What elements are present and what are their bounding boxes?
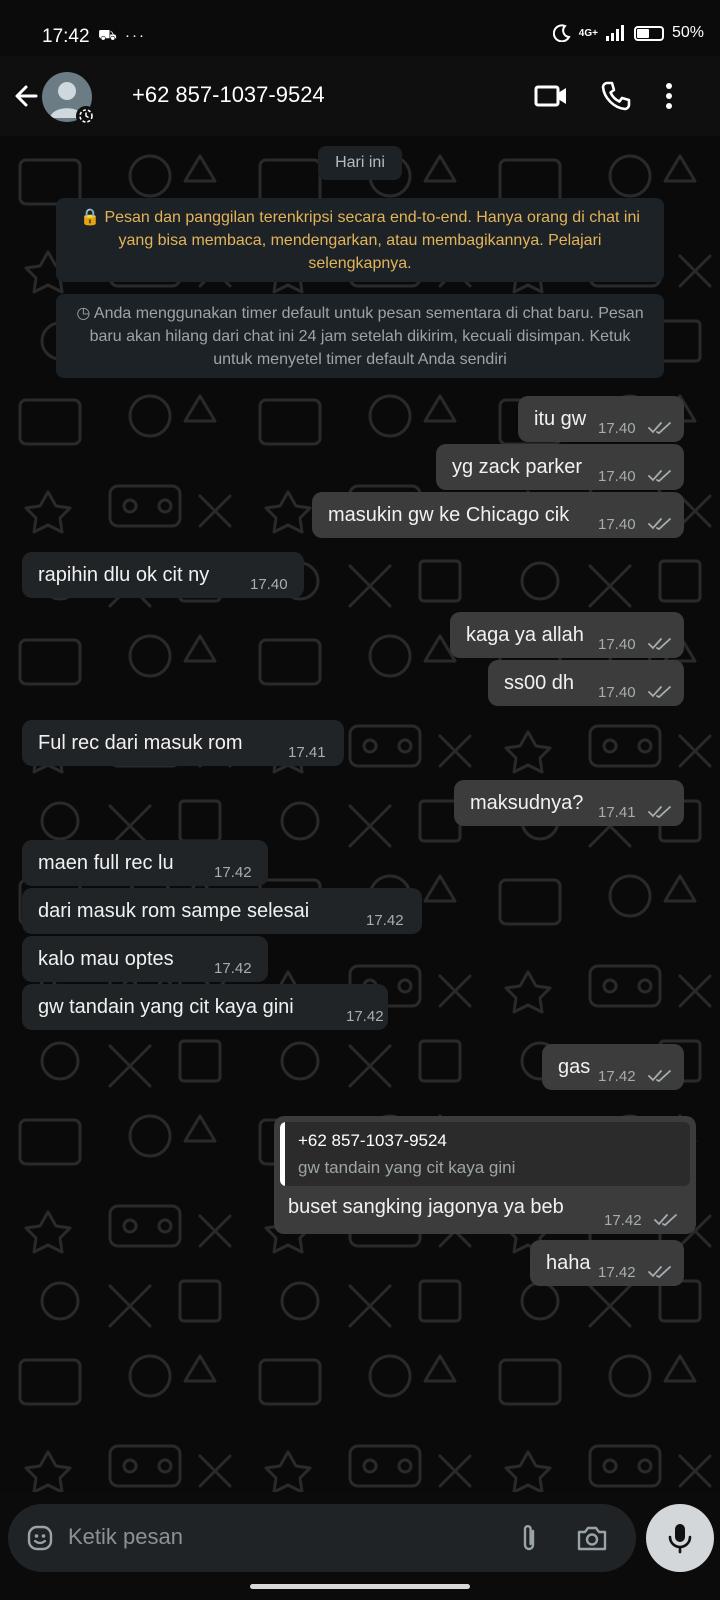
voice-call-button[interactable]: [596, 76, 636, 116]
message-time: 17.40: [598, 468, 636, 485]
message-text: gas: [558, 1056, 591, 1078]
overflow-menu-button[interactable]: [654, 76, 684, 116]
message-text: ss00 dh: [504, 672, 575, 694]
message-time: 17.41: [598, 804, 636, 821]
video-call-button[interactable]: [532, 76, 572, 116]
double-check-icon: [648, 638, 671, 651]
message-time: 17.42: [598, 1264, 636, 1281]
message-time: 17.40: [598, 636, 636, 653]
outgoing-message[interactable]: maksudnya? 17.41: [454, 780, 684, 826]
status-notification-icons: ⛟ ···: [98, 27, 147, 44]
network-label: 4G+: [578, 27, 598, 39]
disappearing-timer-notice[interactable]: ◷ Anda menggunakan timer default untuk p…: [56, 294, 664, 378]
phone-icon: [601, 81, 631, 111]
chat-area[interactable]: Hari ini 🔒 Pesan dan panggilan terenkrip…: [0, 136, 720, 1492]
status-time: 17:42: [42, 26, 90, 47]
double-check-icon: [648, 806, 671, 819]
date-separator: Hari ini: [318, 146, 402, 180]
message-time: 17.42: [214, 960, 252, 977]
message-time: 17.42: [604, 1212, 642, 1229]
message-text: dari masuk rom sampe selesai: [38, 900, 310, 922]
quoted-text: gw tandain yang cit kaya gini: [298, 1158, 516, 1177]
message-time: 17.42: [346, 1008, 384, 1025]
outgoing-message[interactable]: masukin gw ke Chicago cik 17.40: [312, 492, 684, 538]
outgoing-message[interactable]: gas 17.42: [542, 1044, 684, 1090]
double-check-icon: [648, 470, 671, 483]
quote-accent-bar: [280, 1122, 285, 1186]
composer: Ketik pesan: [0, 1492, 720, 1600]
double-check-icon: [648, 518, 671, 531]
incoming-message[interactable]: dari masuk rom sampe selesai 17.42: [22, 888, 422, 934]
reply-message-text: buset sangking jagonya ya beb: [288, 1196, 564, 1218]
chat-header: +62 857-1037-9524: [0, 56, 720, 136]
message-text: itu gw: [534, 408, 587, 430]
quoted-author: +62 857-1037-9524: [298, 1131, 447, 1150]
message-text: haha: [546, 1252, 591, 1274]
message-text: gw tandain yang cit kaya gini: [38, 996, 294, 1018]
battery-fill: [636, 28, 649, 38]
status-right-group: 4G+ 50%: [552, 24, 704, 42]
message-text: maksudnya?: [470, 792, 584, 814]
message-text: yg zack parker: [452, 456, 583, 478]
status-bar: 17:42 ⛟ ··· 4G+ 50%: [0, 0, 720, 56]
incoming-message[interactable]: rapihin dlu ok cit ny 17.40: [22, 552, 304, 598]
outgoing-message[interactable]: haha 17.42: [530, 1240, 684, 1286]
message-time: 17.40: [250, 576, 288, 593]
message-time: 17.42: [366, 912, 404, 929]
message-text: maen full rec lu: [38, 852, 174, 874]
video-call-icon: [534, 85, 566, 107]
message-input[interactable]: Ketik pesan: [8, 1504, 636, 1572]
incoming-message[interactable]: maen full rec lu 17.42: [22, 840, 268, 886]
reply-message-bubble[interactable]: +62 857-1037-9524 gw tandain yang cit ka…: [274, 1116, 696, 1234]
battery-percent: 50%: [671, 24, 704, 41]
mic-button[interactable]: [646, 1504, 714, 1572]
message-input-placeholder: Ketik pesan: [68, 1524, 183, 1549]
mic-icon: [668, 1524, 692, 1554]
signal-icon: [605, 25, 624, 41]
encryption-notice[interactable]: 🔒 Pesan dan panggilan terenkripsi secara…: [56, 198, 664, 282]
outgoing-message[interactable]: yg zack parker 17.40: [436, 444, 684, 490]
double-check-icon: [648, 1266, 671, 1279]
incoming-message[interactable]: Ful rec dari masuk rom 17.41: [22, 720, 344, 766]
more-vertical-icon: [666, 83, 672, 109]
double-check-icon: [654, 1214, 677, 1227]
message-time: 17.40: [598, 684, 636, 701]
message-text: kalo mau optes: [38, 948, 174, 970]
contact-name[interactable]: +62 857-1037-9524: [132, 82, 325, 108]
emoji-icon[interactable]: [26, 1524, 54, 1552]
arrow-left-icon: [15, 85, 38, 107]
message-text: kaga ya allah: [466, 624, 584, 646]
message-text: masukin gw ke Chicago cik: [328, 504, 570, 526]
outgoing-message[interactable]: ss00 dh 17.40: [488, 660, 684, 706]
timer-icon: [79, 109, 93, 123]
battery-icon: [633, 25, 664, 41]
disappearing-timer-badge: [76, 106, 96, 126]
message-time: 17.41: [288, 744, 326, 761]
message-time: 17.42: [214, 864, 252, 881]
incoming-message[interactable]: gw tandain yang cit kaya gini 17.42: [22, 984, 388, 1030]
message-time: 17.42: [598, 1068, 636, 1085]
double-check-icon: [648, 686, 671, 699]
double-check-icon: [648, 422, 671, 435]
back-button[interactable]: [6, 74, 46, 118]
quoted-message[interactable]: +62 857-1037-9524 gw tandain yang cit ka…: [280, 1122, 690, 1186]
home-indicator[interactable]: [250, 1584, 470, 1589]
double-check-icon: [648, 1070, 671, 1083]
outgoing-message[interactable]: kaga ya allah 17.40: [450, 612, 684, 658]
outgoing-message[interactable]: itu gw 17.40: [518, 396, 684, 442]
camera-icon[interactable]: [576, 1523, 608, 1553]
moon-icon: [552, 24, 571, 42]
message-text: rapihin dlu ok cit ny: [38, 564, 210, 586]
message-text: Ful rec dari masuk rom: [38, 732, 243, 754]
incoming-message[interactable]: kalo mau optes 17.42: [22, 936, 268, 982]
message-time: 17.40: [598, 420, 636, 437]
paperclip-icon[interactable]: [516, 1522, 542, 1554]
message-time: 17.40: [598, 516, 636, 533]
